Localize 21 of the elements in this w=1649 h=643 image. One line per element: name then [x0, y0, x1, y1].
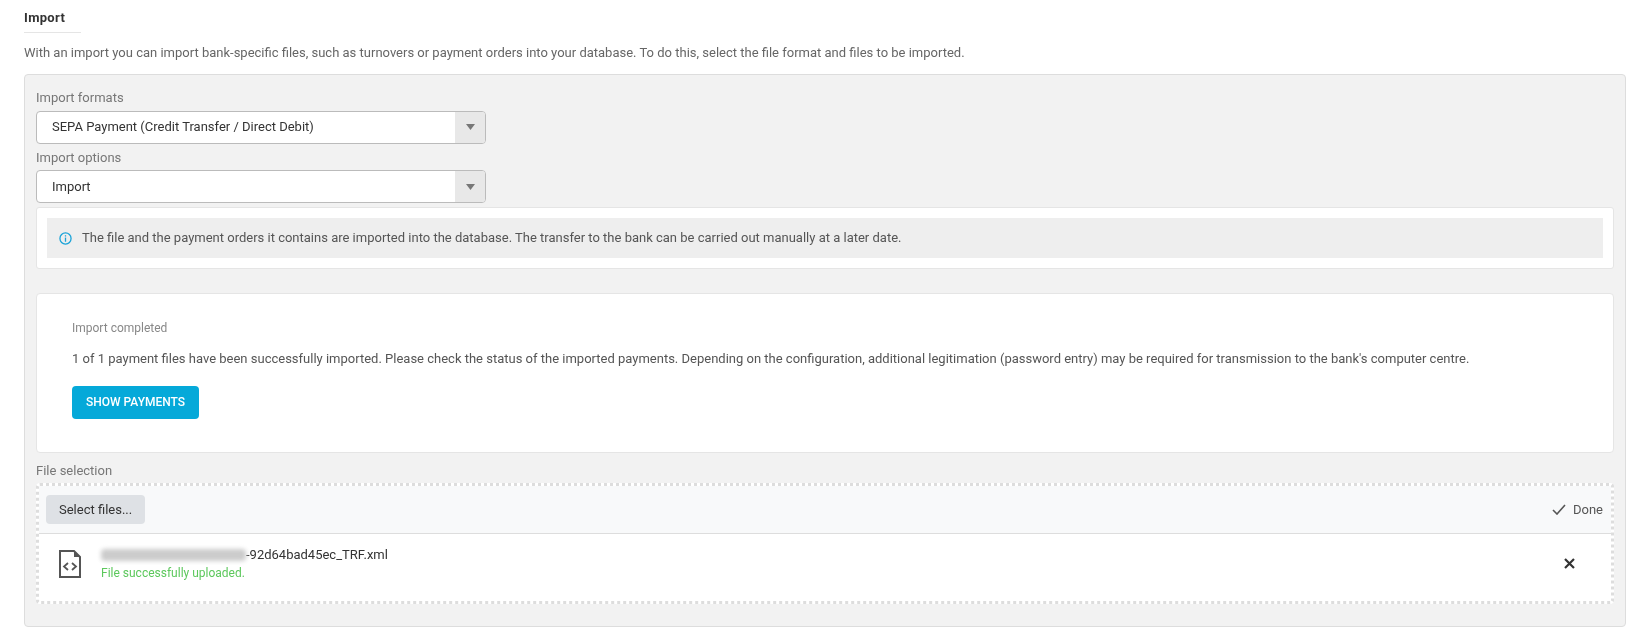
file-selection-label: File selection [36, 461, 114, 480]
description-text: With an import you can import bank-specific files, such as turnovers or payment orders into your database. To do this, select the file format and files to be imported. [24, 43, 966, 62]
file-name: -92d64bad45ec_TRF.xml [246, 546, 388, 565]
caret-icon [465, 124, 475, 130]
select-files-button[interactable]: Select files... [46, 495, 146, 524]
result-message: 1 of 1 payment files have been successfully imported. Please check the status of the imported payments. Depending on the configuration, additional legitimation (password entry) may be required for transmission to the bank's computer centre. [72, 350, 1471, 368]
check-icon [1551, 504, 1566, 515]
field-label: Import options [36, 148, 123, 167]
upload-status: Done [1572, 500, 1603, 519]
close-button[interactable] [1562, 556, 1576, 571]
info-icon [59, 231, 72, 245]
close-icon [1563, 558, 1575, 569]
caret-icon [465, 183, 475, 190]
file-status: File successfully uploaded. [101, 564, 246, 582]
info-text: The file and the payment orders it contains are imported into the database. The transfer to the bank can be carried out manually at a later date. [82, 229, 902, 248]
result-title: Import completed [72, 320, 169, 337]
field-label: Import formats [36, 89, 125, 107]
code-file-icon [58, 549, 82, 578]
page-title: Import [24, 10, 66, 25]
dropdown[interactable]: Import [36, 170, 486, 203]
dropdown[interactable]: SEPA Payment (Credit Transfer / Direct Debit) [36, 110, 486, 144]
